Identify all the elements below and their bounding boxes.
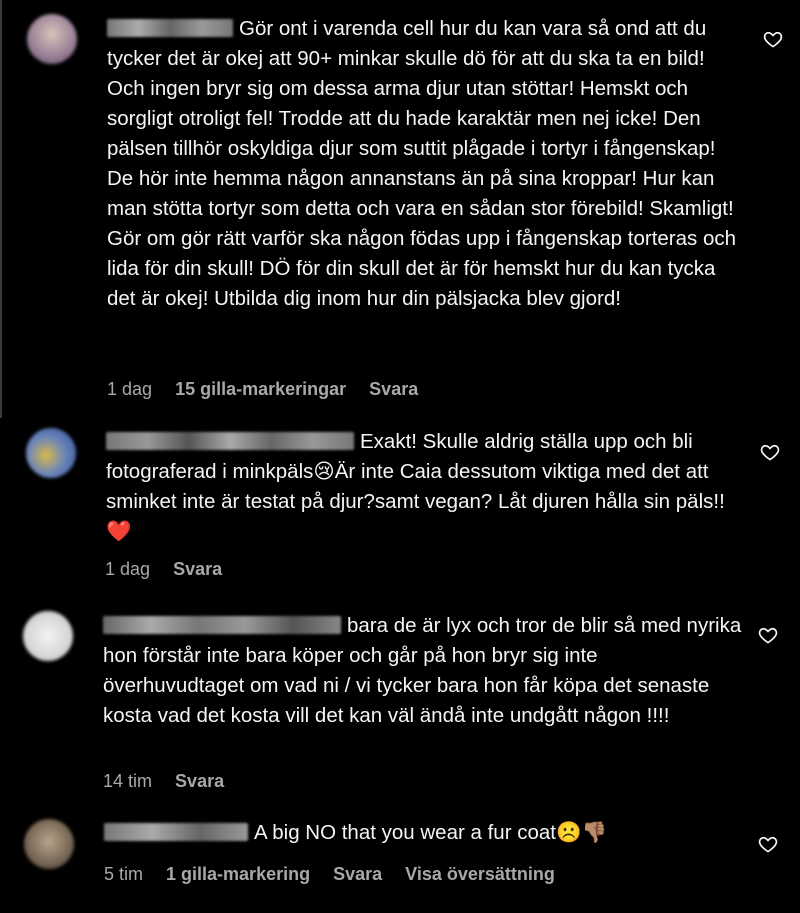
- timestamp: 5 tim: [104, 864, 144, 884]
- reply-button[interactable]: Svara: [175, 771, 224, 791]
- comment-text: Gör ont i varenda cell hur du kan vara s…: [107, 17, 742, 310]
- avatar[interactable]: [24, 819, 74, 869]
- timestamp: 1 dag: [105, 559, 151, 579]
- heart-outline-icon[interactable]: [763, 29, 783, 49]
- timestamp: 1 dag: [107, 379, 153, 399]
- username-blurred[interactable]: [104, 823, 248, 841]
- comment-meta: 1 dag 15 gilla-markeringar Svara: [107, 379, 436, 400]
- avatar[interactable]: [27, 14, 77, 64]
- comment-text: bara de är lyx och tror de blir så med n…: [103, 614, 747, 727]
- see-translation-button[interactable]: Visa översättning: [405, 864, 555, 884]
- comment-text: A big NO that you wear a fur coat☹️👎🏽: [104, 818, 744, 848]
- avatar[interactable]: [26, 428, 76, 478]
- comment-meta: 14 tim Svara: [103, 771, 242, 792]
- username-blurred[interactable]: [106, 432, 354, 450]
- avatar[interactable]: [23, 611, 73, 661]
- reply-button[interactable]: Svara: [369, 379, 418, 399]
- username-blurred[interactable]: [103, 616, 341, 634]
- heart-outline-icon[interactable]: [760, 442, 780, 462]
- likes-count[interactable]: 15 gilla-markeringar: [175, 379, 346, 399]
- username-blurred[interactable]: [107, 19, 233, 37]
- likes-count[interactable]: 1 gilla-markering: [166, 864, 310, 884]
- reply-button[interactable]: Svara: [173, 559, 222, 579]
- comment-text: Exakt! Skulle aldrig ställa upp och bli …: [106, 430, 725, 543]
- reply-button[interactable]: Svara: [333, 864, 382, 884]
- comment-meta: 1 dag Svara: [105, 559, 240, 580]
- thread-line: [0, 0, 2, 418]
- comment-meta: 5 tim 1 gilla-markering Svara Visa övers…: [104, 864, 573, 885]
- heart-outline-icon[interactable]: [758, 625, 778, 645]
- heart-outline-icon[interactable]: [758, 834, 778, 854]
- timestamp: 14 tim: [103, 771, 153, 791]
